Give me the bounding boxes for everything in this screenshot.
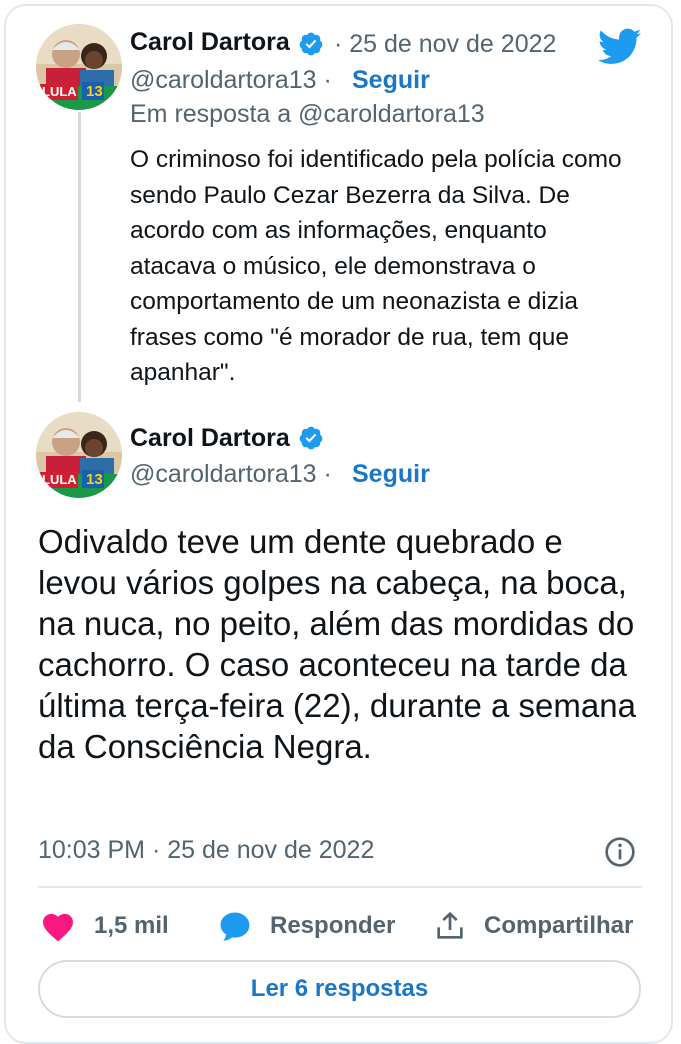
share-button[interactable]: Compartilhar — [434, 906, 633, 946]
avatar-badge-text: LULA — [42, 84, 77, 99]
info-icon[interactable] — [604, 836, 636, 868]
avatar-badge-number: 13 — [86, 471, 103, 488]
reply-button[interactable]: Responder — [218, 906, 395, 946]
like-button[interactable]: 1,5 mil — [40, 906, 169, 946]
twitter-logo-icon[interactable] — [598, 28, 642, 66]
avatar-badge-text: LULA — [42, 472, 77, 487]
thread-connector-line — [78, 112, 81, 402]
read-replies-label: Ler 6 respostas — [250, 975, 429, 1002]
share-icon — [437, 911, 463, 939]
tweet-timestamp[interactable]: 10:03 PM · 25 de nov de 2022 — [38, 836, 374, 865]
tweet-date[interactable]: · 25 de nov de 2022 — [334, 30, 556, 59]
verified-badge-icon — [299, 32, 323, 56]
in-reply-to[interactable]: Em resposta a @caroldartora13 — [130, 100, 485, 129]
like-count: 1,5 mil — [94, 912, 169, 939]
author-name[interactable]: Carol Dartora — [130, 424, 290, 453]
verified-badge-icon — [299, 426, 323, 450]
share-label: Compartilhar — [484, 912, 634, 939]
divider — [38, 886, 642, 888]
follow-button[interactable]: Seguir — [352, 460, 430, 489]
reply-label: Responder — [270, 912, 396, 939]
follow-button[interactable]: Seguir — [352, 66, 430, 95]
reply-bubble-icon — [220, 912, 250, 941]
avatar[interactable]: LULA 13 — [36, 24, 122, 110]
avatar-badge-number: 13 — [86, 83, 103, 100]
author-handle[interactable]: @caroldartora13 · — [130, 460, 332, 489]
author-handle[interactable]: @caroldartora13 · — [130, 66, 332, 95]
read-replies-button[interactable]: Ler 6 respostas — [38, 960, 641, 1018]
avatar[interactable]: LULA 13 — [36, 412, 122, 498]
main-tweet-text: Odivaldo teve um dente quebrado e levou … — [38, 523, 636, 765]
reply-tweet-text: O criminoso foi identificado pela políci… — [130, 146, 622, 386]
author-name[interactable]: Carol Dartora — [130, 28, 290, 57]
heart-icon — [43, 913, 73, 942]
